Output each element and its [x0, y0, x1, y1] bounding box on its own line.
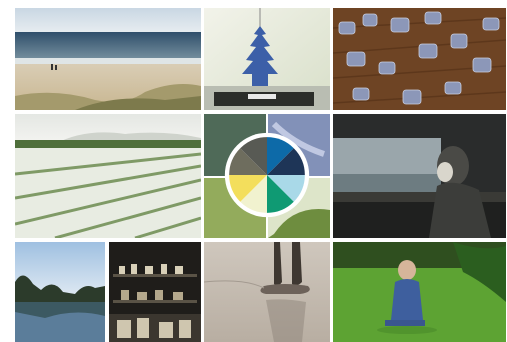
- white-flower-field-photo: [15, 114, 201, 238]
- lake-trees-photo: [15, 242, 105, 342]
- child-on-grass-photo: [333, 242, 506, 342]
- color-wheel-logo: [224, 132, 310, 218]
- color-wheel-graphic: [224, 132, 310, 218]
- person-at-window-photo: [333, 114, 506, 238]
- tree-air-freshener-photo: [204, 8, 330, 110]
- shop-shelves-photo: [109, 242, 201, 342]
- beach-dunes-photo: [15, 8, 201, 110]
- feet-in-water-photo: [204, 242, 330, 342]
- puzzle-pieces-photo: [333, 8, 506, 110]
